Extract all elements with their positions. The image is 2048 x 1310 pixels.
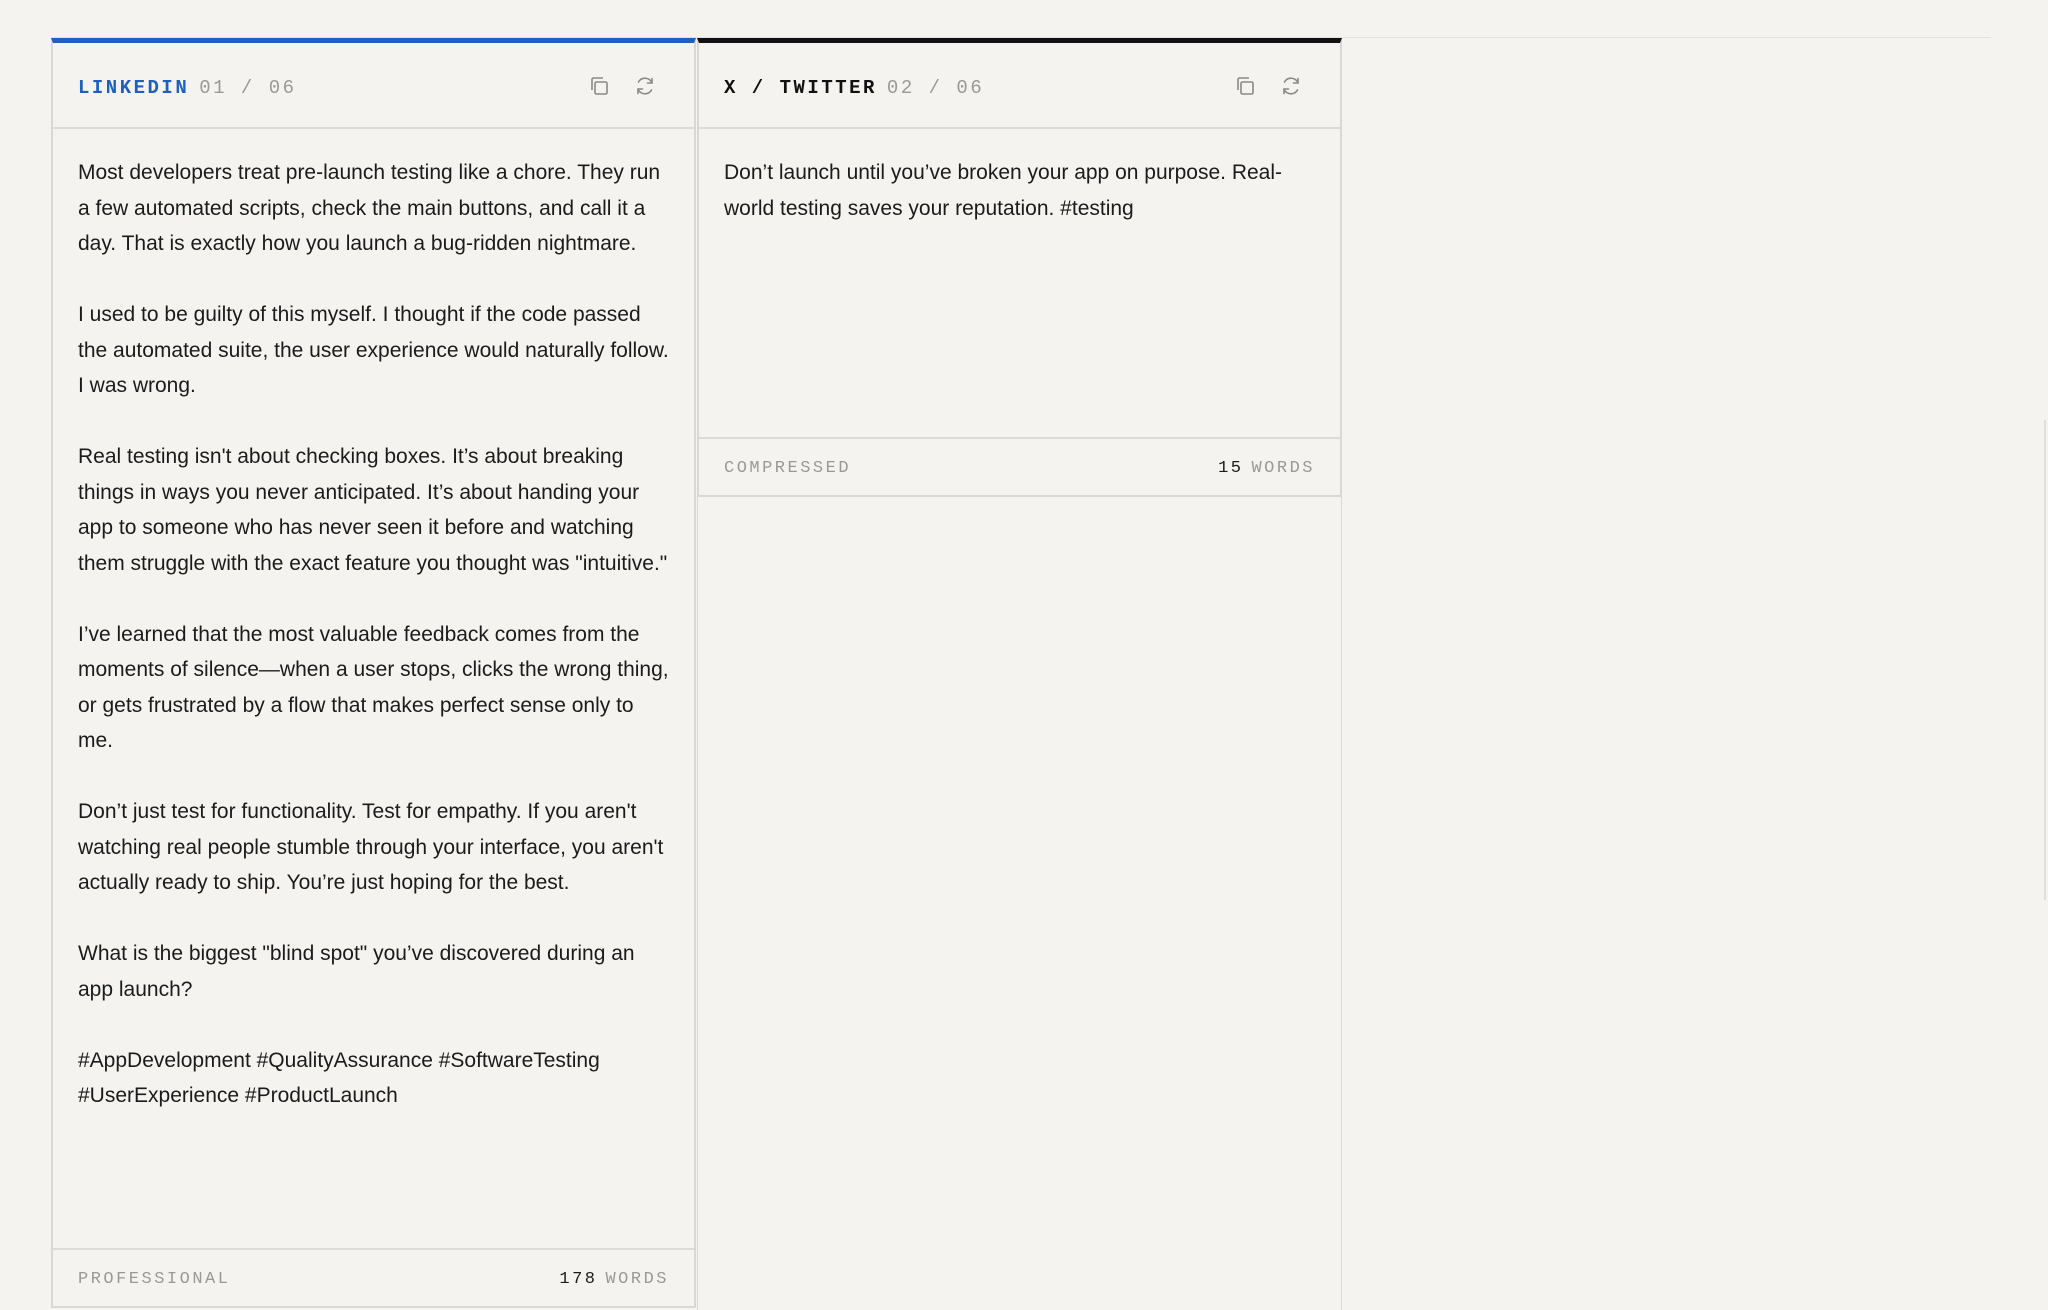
post-paragraph: Don’t just test for functionality. Test …: [78, 800, 664, 894]
card-header: X / TWITTER 02 / 06: [699, 43, 1340, 129]
card-actions: [1232, 73, 1304, 99]
copy-icon[interactable]: [1232, 73, 1258, 99]
copy-icon[interactable]: [586, 73, 612, 99]
word-count-unit: WORDS: [1251, 459, 1315, 478]
post-counter: 01 / 06: [199, 77, 297, 99]
page: LINKEDIN 01 / 06 Most developers treat p…: [0, 0, 2048, 1310]
post-paragraph: What is the biggest "blind spot" you’ve …: [78, 942, 635, 1001]
regenerate-icon[interactable]: [1278, 73, 1304, 99]
twitter-card: X / TWITTER 02 / 06 Don’t launch until y…: [697, 38, 1342, 497]
post-paragraph: Most developers treat pre-launch testing…: [78, 161, 661, 255]
post-paragraph: Real testing isn't about checking boxes.…: [78, 445, 668, 575]
word-count: 178 WORDS: [559, 1270, 669, 1289]
scrollbar[interactable]: [2044, 420, 2046, 900]
post-counter: 02 / 06: [886, 77, 985, 99]
word-count-number: 178: [559, 1270, 598, 1289]
post-body: Don’t launch until you’ve broken your ap…: [724, 155, 1315, 226]
card-footer: PROFESSIONAL 178 WORDS: [53, 1248, 694, 1306]
card-title: X / TWITTER 02 / 06: [724, 77, 984, 99]
tone-label: COMPRESSED: [724, 459, 852, 478]
regenerate-icon[interactable]: [632, 73, 658, 99]
post-paragraph: I’ve learned that the most valuable feed…: [78, 622, 669, 753]
word-count-number: 15: [1218, 459, 1244, 478]
card-header: LINKEDIN 01 / 06: [53, 43, 694, 129]
tone-label: PROFESSIONAL: [78, 1270, 231, 1289]
platform-name: X / TWITTER: [724, 77, 877, 99]
post-paragraph: I used to be guilty of this myself. I th…: [78, 303, 669, 397]
post-body: Most developers treat pre-launch testing…: [78, 155, 669, 1114]
card-actions: [586, 73, 658, 99]
post-hashtags: #AppDevelopment #QualityAssurance #Softw…: [78, 1048, 600, 1108]
card-title: LINKEDIN 01 / 06: [78, 77, 297, 99]
card-footer: COMPRESSED 15 WORDS: [699, 437, 1340, 495]
linkedin-card: LINKEDIN 01 / 06 Most developers treat p…: [51, 38, 696, 1308]
post-paragraph: Don’t launch until you’ve broken your ap…: [724, 161, 1283, 220]
platform-name: LINKEDIN: [78, 77, 190, 99]
word-count: 15 WORDS: [1218, 459, 1315, 478]
word-count-unit: WORDS: [605, 1270, 669, 1289]
